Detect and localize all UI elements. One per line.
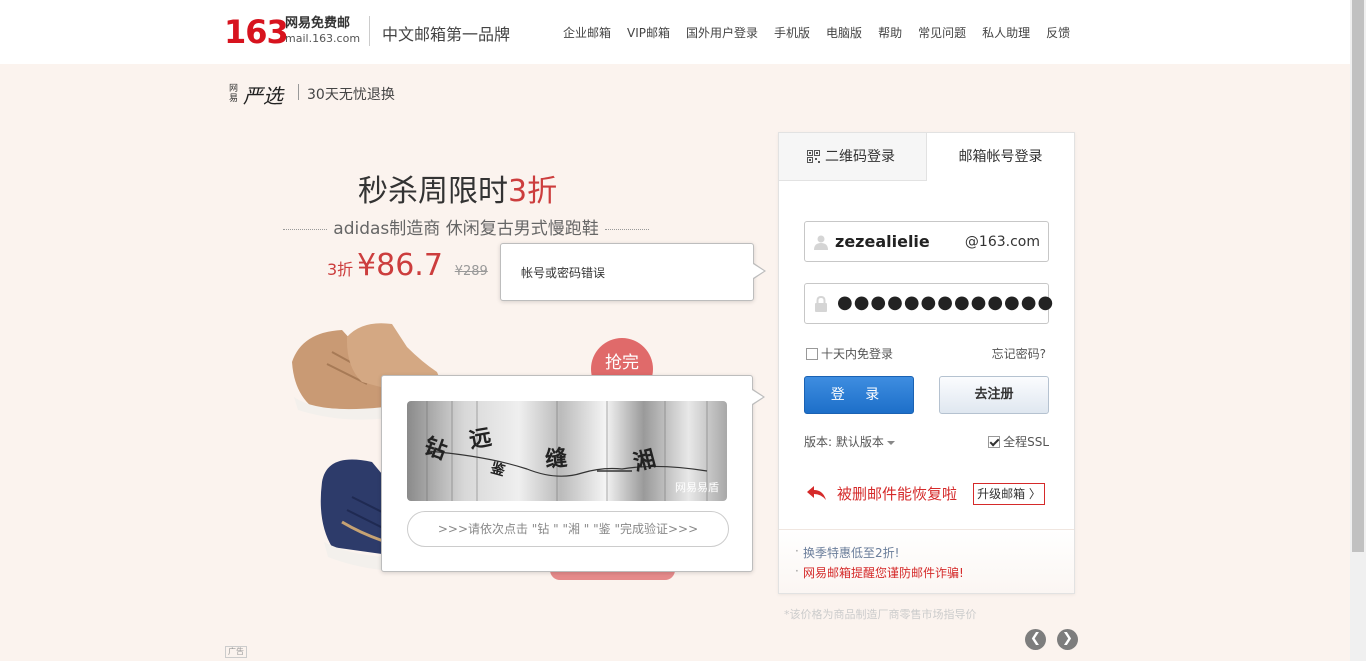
carousel-next-button[interactable]: ❯: [1057, 629, 1078, 650]
fraud-warning-link[interactable]: 网易邮箱提醒您谨防邮件诈骗!: [795, 564, 964, 581]
username-value: zezealielie: [835, 232, 930, 251]
nav-feedback[interactable]: 反馈: [1046, 24, 1070, 41]
lock-icon: [815, 296, 827, 312]
login-panel: 二维码登录 邮箱帐号登录 zezealielie @163.com ●●●●●●…: [778, 132, 1075, 594]
tab-qr-login[interactable]: 二维码登录: [779, 133, 927, 181]
yanxuan-small: 网易: [229, 84, 239, 104]
password-mask: ●●●●●●●●●●●●●: [837, 292, 1055, 313]
nav-enterprise-mail[interactable]: 企业邮箱: [563, 24, 611, 41]
nav-vip-mail[interactable]: VIP邮箱: [627, 24, 670, 41]
ssl-option[interactable]: 全程SSL: [988, 433, 1049, 450]
chevron-right-icon: ❯: [1062, 631, 1073, 646]
nav-help[interactable]: 帮助: [878, 24, 902, 41]
upgrade-mailbox-button[interactable]: 升级邮箱 〉: [973, 483, 1045, 505]
ad-label: 广告: [225, 646, 247, 658]
login-button[interactable]: 登 录: [804, 376, 914, 414]
promo-price: 3折 ¥86.7 ¥289: [327, 248, 488, 283]
logo-en: mail.163.com: [285, 32, 361, 45]
promo-subtitle: adidas制造商 休闲复古男式慢跑鞋: [276, 214, 656, 239]
tab-account-login[interactable]: 邮箱帐号登录: [927, 133, 1074, 181]
error-tooltip: 帐号或密码错误: [500, 243, 766, 301]
nav-desktop[interactable]: 电脑版: [826, 24, 862, 41]
promo-link-season[interactable]: 换季特惠低至2折!: [795, 544, 899, 561]
user-icon: [814, 235, 828, 250]
yanxuan-divider: [298, 84, 299, 100]
chevron-down-icon: [886, 440, 895, 445]
captcha-popup: 钻 远 鉴 缝 湘 网易易盾 >>>请依次点击 "钻 " "湘 " "鉴 "完成…: [381, 375, 765, 572]
recover-promo[interactable]: 被删邮件能恢复啦: [807, 483, 957, 504]
logo-163[interactable]: 163: [224, 12, 289, 52]
undo-arrow-icon: [807, 485, 826, 500]
promo-title-red: 3折: [508, 174, 558, 209]
top-header: 163 网易免费邮 mail.163.com 中文邮箱第一品牌 企业邮箱 VIP…: [0, 0, 1350, 64]
logo-cn: 网易免费邮: [285, 16, 351, 31]
promo-price-value: ¥86.7: [357, 248, 443, 283]
version-label: 版本: 默认版本: [804, 435, 884, 449]
logo-text[interactable]: 网易免费邮 mail.163.com: [285, 16, 360, 46]
carousel-prev-button[interactable]: ❮: [1025, 629, 1046, 650]
slogan: 中文邮箱第一品牌: [382, 25, 511, 44]
nav-overseas-login[interactable]: 国外用户登录: [686, 24, 758, 41]
error-message: 帐号或密码错误: [521, 266, 606, 280]
promo-title[interactable]: 秒杀周限时3折: [358, 166, 557, 210]
forgot-password-link[interactable]: 忘记密码?: [992, 345, 1046, 362]
page-scrollbar[interactable]: [1350, 0, 1366, 661]
scrollbar-thumb[interactable]: [1352, 0, 1364, 552]
recover-text: 被删邮件能恢复啦: [837, 485, 958, 503]
top-nav: 企业邮箱 VIP邮箱 国外用户登录 手机版 电脑版 帮助 常见问题 私人助理 反…: [563, 24, 1086, 41]
captcha-watermark: 网易易盾: [675, 481, 719, 494]
register-button[interactable]: 去注册: [939, 376, 1049, 414]
ssl-label: 全程SSL: [1003, 435, 1049, 449]
version-select[interactable]: 版本: 默认版本: [804, 433, 895, 450]
qr-code-icon: [807, 150, 820, 163]
nav-assistant[interactable]: 私人助理: [982, 24, 1030, 41]
captcha-image[interactable]: 钻 远 鉴 缝 湘 网易易盾: [407, 401, 727, 501]
username-field[interactable]: zezealielie @163.com: [804, 221, 1049, 262]
domain-suffix[interactable]: @163.com: [965, 234, 1040, 250]
login-tabs: 二维码登录 邮箱帐号登录: [779, 133, 1074, 181]
remember-checkbox[interactable]: [806, 347, 818, 360]
price-disclaimer: *该价格为商品制造厂商零售市场指导价: [784, 608, 977, 621]
yanxuan-logo[interactable]: 严选: [243, 80, 283, 109]
yanxuan-tagline: 30天无忧退换: [307, 87, 395, 103]
password-field[interactable]: ●●●●●●●●●●●●●: [804, 283, 1053, 324]
tab-qr-label: 二维码登录: [825, 149, 895, 165]
promo-original-price: ¥289: [454, 264, 488, 279]
captcha-char-4[interactable]: 缝: [544, 440, 569, 474]
nav-faq[interactable]: 常见问题: [918, 24, 966, 41]
promo-title-main: 秒杀周限时: [358, 174, 508, 209]
promo-subtitle-text: adidas制造商 休闲复古男式慢跑鞋: [333, 219, 599, 239]
header-divider: [369, 16, 370, 46]
captcha-hint: >>>请依次点击 "钻 " "湘 " "鉴 "完成验证>>>: [407, 511, 729, 547]
ssl-checkbox[interactable]: [988, 435, 1001, 448]
remember-me[interactable]: 十天内免登录: [806, 345, 893, 362]
chevron-left-icon: ❮: [1030, 631, 1041, 646]
remember-label: 十天内免登录: [821, 347, 894, 361]
login-panel-footer: 换季特惠低至2折! 网易邮箱提醒您谨防邮件诈骗!: [779, 529, 1074, 593]
promo-discount: 3折: [327, 260, 354, 279]
nav-mobile[interactable]: 手机版: [774, 24, 810, 41]
